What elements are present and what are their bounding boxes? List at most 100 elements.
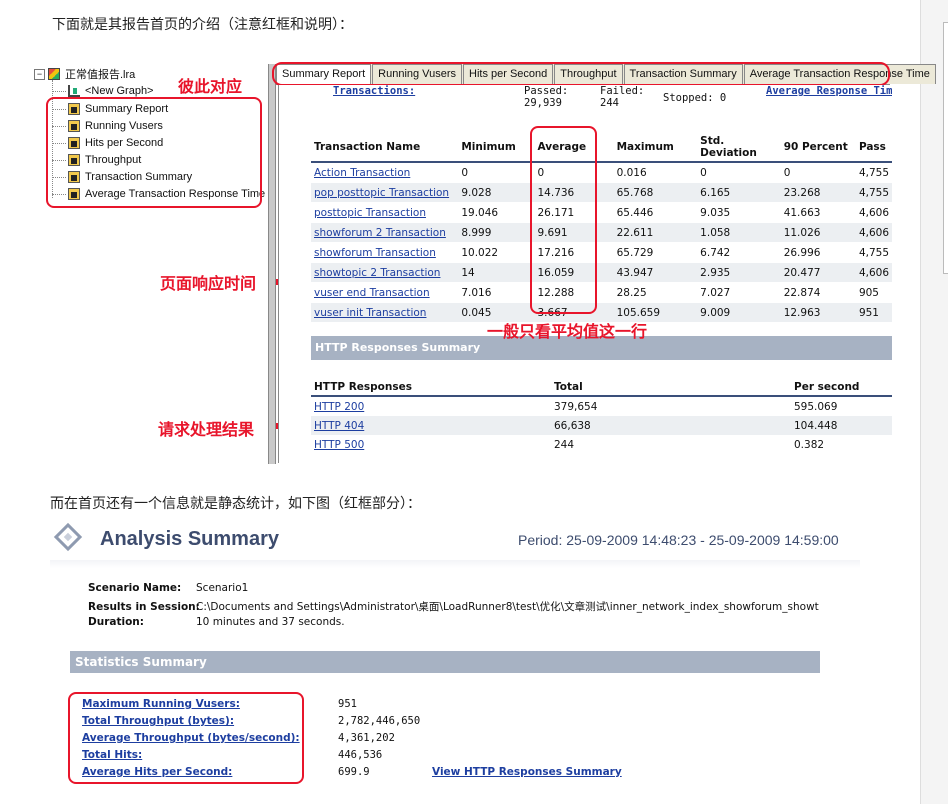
- duration-value: 10 minutes and 37 seconds.: [196, 616, 345, 628]
- column-header: Pass: [855, 133, 892, 163]
- table-cell: 4,606: [855, 222, 892, 243]
- annotation-response-time: 页面响应时间: [160, 274, 257, 293]
- table-cell: 10.022: [458, 242, 535, 263]
- table-cell: 9.009: [697, 302, 781, 323]
- table-cell: 12.963: [780, 302, 856, 323]
- avg-response-time-link[interactable]: Average Response Tim: [766, 85, 892, 97]
- transaction-name-link[interactable]: showtopic 2 Transaction: [311, 262, 459, 283]
- transaction-name-link[interactable]: showforum Transaction: [311, 242, 459, 263]
- transaction-name-link[interactable]: Action Transaction: [311, 162, 459, 183]
- results-row: Results in Session:C:\Documents and Sett…: [88, 599, 854, 614]
- table-header-row: Transaction Name Minimum Average Maximum…: [311, 133, 892, 163]
- http-status-link[interactable]: HTTP 200: [311, 396, 551, 416]
- tree-item-label: <New Graph>: [85, 85, 154, 97]
- table-cell: 6.165: [697, 182, 781, 203]
- scenario-label: Scenario Name:: [88, 582, 182, 594]
- report-file-icon: [48, 68, 60, 80]
- scenario-value: Scenario1: [196, 582, 249, 594]
- stat-value: 2,782,446,650: [338, 715, 421, 727]
- transactions-table: Transaction Name Minimum Average Maximum…: [311, 133, 892, 323]
- table-cell: 28.25: [613, 282, 698, 303]
- duration-row: Duration: 10 minutes and 37 seconds.: [88, 616, 345, 628]
- tabs-highlight-box: [272, 62, 890, 86]
- table-cell: 23.268: [780, 182, 856, 203]
- http-status-link[interactable]: HTTP 500: [311, 435, 551, 454]
- table-cell: 6.742: [697, 242, 781, 263]
- title-divider: [50, 560, 860, 568]
- table-cell: 244: [554, 438, 575, 451]
- table-cell: 41.663: [780, 202, 856, 223]
- column-header: Std. Deviation: [697, 133, 781, 163]
- collapse-icon[interactable]: −: [34, 68, 45, 80]
- table-cell: 104.448: [791, 416, 892, 435]
- statistics-summary-bar: Statistics Summary: [70, 651, 820, 673]
- column-header: Minimum: [458, 133, 535, 163]
- tree-root-label: 正常值报告.lra: [65, 69, 136, 81]
- table-row: posttopic Transaction 19.046 26.171 65.446 9…: [311, 202, 892, 223]
- tree-highlight-box: [46, 97, 262, 208]
- transactions-link[interactable]: Transactions:: [333, 85, 415, 97]
- passed-value: 29,939: [524, 97, 562, 109]
- results-label: Results in Session:: [88, 601, 200, 613]
- table-cell: 7.016: [458, 282, 535, 303]
- column-header: HTTP Responses: [311, 379, 551, 397]
- results-value: C:\Documents and Settings\Administrator\…: [196, 601, 819, 613]
- column-header: Per second: [791, 379, 892, 397]
- http-status-link[interactable]: HTTP 404: [311, 416, 551, 435]
- tree-root[interactable]: − 正常值报告.lra: [34, 66, 135, 82]
- table-cell: 43.947: [613, 262, 698, 283]
- passed-label: Passed:: [524, 85, 569, 97]
- stat-value: 699.9: [338, 766, 370, 778]
- table-cell: 9.035: [697, 202, 781, 223]
- page-scrollbar[interactable]: [920, 0, 948, 804]
- transaction-name-link[interactable]: showforum 2 Transaction: [311, 222, 459, 243]
- table-cell: 9.028: [458, 182, 535, 203]
- stat-value: 446,536: [338, 749, 383, 761]
- annotation-pair: 彼此对应: [178, 77, 243, 96]
- new-graph-icon: [68, 85, 80, 97]
- transaction-name-link[interactable]: pop posttopic Transaction: [311, 182, 459, 203]
- failed-value: 244: [600, 97, 619, 109]
- table-header-row: HTTP Responses Total Per second: [311, 379, 892, 397]
- stats-highlight-box: [68, 692, 304, 784]
- table-cell: 2.935: [697, 262, 781, 283]
- duration-label: Duration:: [88, 616, 144, 628]
- table-cell: 4,755: [855, 162, 892, 183]
- table-cell: 0.016: [613, 162, 698, 183]
- transaction-name-link[interactable]: vuser end Transaction: [311, 282, 459, 303]
- table-cell: 4,606: [855, 262, 892, 283]
- table-cell: 4,755: [855, 242, 892, 263]
- pane-splitter[interactable]: [268, 64, 276, 464]
- table-cell: 8.999: [458, 222, 535, 243]
- table-cell: 0.382: [794, 438, 825, 451]
- scenario-row: Scenario Name: Scenario1: [88, 582, 248, 594]
- stat-value: 951: [338, 698, 357, 710]
- stopped-value: Stopped: 0: [663, 92, 727, 104]
- transaction-name-link[interactable]: posttopic Transaction: [311, 202, 459, 223]
- analysis-period: Period: 25-09-2009 14:48:23 - 25-09-2009…: [518, 532, 839, 548]
- table-cell: 1.058: [697, 222, 781, 243]
- table-cell: 11.026: [780, 222, 856, 243]
- table-cell: 0: [697, 162, 781, 183]
- table-cell: 26.996: [780, 242, 856, 263]
- failed-label: Failed:: [600, 85, 645, 97]
- table-row: pop posttopic Transaction 9.028 14.736 65.7…: [311, 182, 892, 203]
- table-row: HTTP 200 379,654 595.069: [311, 396, 892, 416]
- view-http-responses-link[interactable]: View HTTP Responses Summary: [432, 766, 622, 778]
- table-row: vuser end Transaction 7.016 12.288 28.25 7.0…: [311, 282, 892, 303]
- table-cell: 595.069: [794, 400, 838, 413]
- table-cell: 22.611: [613, 222, 698, 243]
- annotation-average-note: 一般只看平均值这一行: [487, 322, 648, 341]
- column-header: Maximum: [613, 133, 698, 163]
- table-cell: 0: [458, 162, 535, 183]
- table-cell: 65.729: [613, 242, 698, 263]
- column-header: Transaction Name: [311, 133, 459, 163]
- http-responses-table: HTTP Responses Total Per second HTTP 200…: [311, 379, 892, 454]
- column-header: 90 Percent: [780, 133, 856, 163]
- table-cell: 951: [855, 302, 892, 323]
- table-row: HTTP 404 66,638 104.448: [311, 416, 892, 435]
- transaction-name-link[interactable]: vuser init Transaction: [311, 302, 459, 323]
- stat-value: 4,361,202: [338, 732, 395, 744]
- column-header: Total: [551, 379, 791, 397]
- table-cell: 66,638: [551, 416, 791, 435]
